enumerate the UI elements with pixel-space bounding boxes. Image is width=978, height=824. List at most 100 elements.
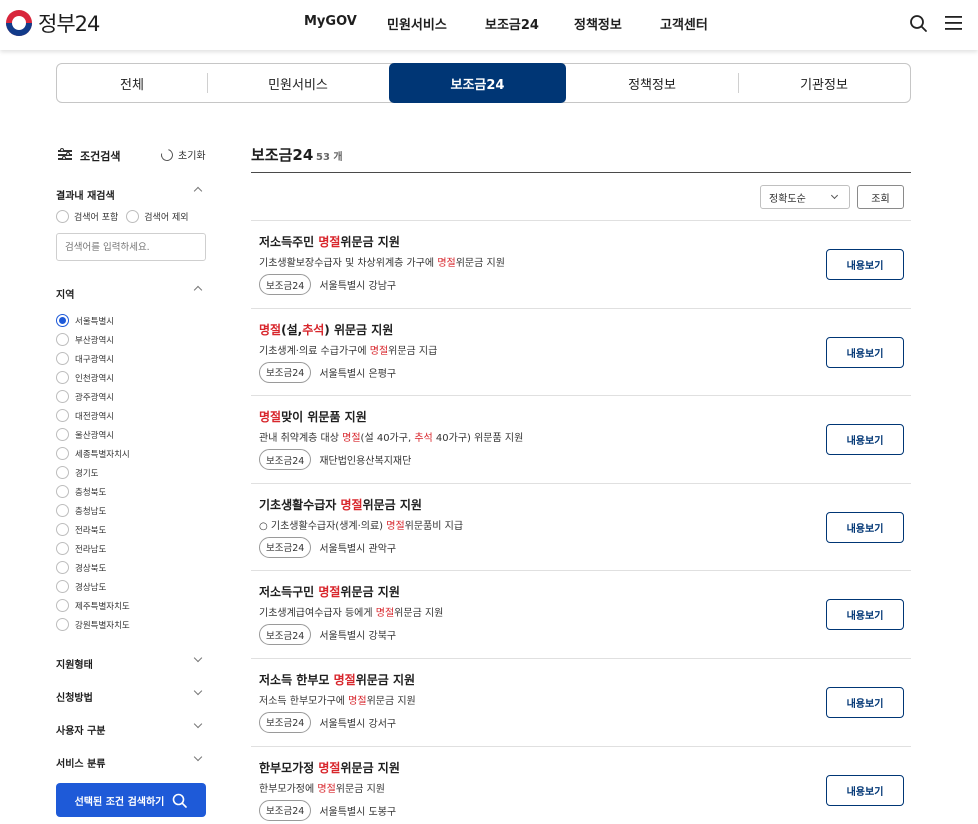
region-option[interactable]: 경상북도 (56, 558, 207, 577)
region-radio[interactable] (56, 599, 69, 612)
region-radio[interactable] (56, 409, 69, 422)
result-title[interactable]: 명절(설,추석) 위문금 지원 (259, 321, 393, 338)
region-option[interactable]: 세종특별자치시 (56, 444, 207, 463)
user-type-section-header[interactable]: 사용자 구분 (56, 719, 207, 737)
nav-policy-info[interactable]: 정책정보 (574, 14, 622, 33)
region-option[interactable]: 광주광역시 (56, 387, 207, 406)
view-details-button[interactable]: 내용보기 (826, 249, 904, 280)
result-description: 저소득 한부모가구에 명절위문금 지원 (259, 692, 416, 707)
text-segment: 위문금 지급 (388, 345, 438, 357)
region-radio[interactable] (56, 504, 69, 517)
category-chip: 보조금24 (259, 361, 312, 383)
exclude-keyword-option[interactable]: 검색어 제외 (126, 210, 189, 223)
nav-customer-center[interactable]: 고객센터 (660, 14, 708, 33)
region-radio[interactable] (56, 447, 69, 460)
include-keyword-option[interactable]: 검색어 포함 (56, 210, 118, 223)
keyword-section-header[interactable]: 결과내 재검색 (56, 184, 207, 202)
region-option[interactable]: 전라북도 (56, 520, 207, 539)
tab-subsidy24[interactable]: 보조금24 (389, 63, 566, 103)
menu-icon[interactable] (945, 15, 962, 31)
apply-method-section-header[interactable]: 신청방법 (56, 686, 207, 704)
region-radio[interactable] (56, 523, 69, 536)
nav-subsidy24[interactable]: 보조금24 (485, 14, 539, 33)
region-radio[interactable] (56, 561, 69, 574)
text-segment: ) 위문금 지원 (324, 322, 394, 337)
tab-all[interactable]: 전체 (57, 64, 207, 102)
region-option[interactable]: 제주특별자치도 (56, 596, 207, 615)
region-section-header[interactable]: 지역 (56, 283, 207, 301)
reset-button[interactable]: 초기화 (158, 146, 206, 163)
region-option[interactable]: 충청남도 (56, 501, 207, 520)
category-chip: 보조금24 (259, 274, 312, 295)
region-label: 부산광역시 (75, 335, 115, 346)
region-radio[interactable] (56, 314, 69, 327)
view-details-button[interactable]: 내용보기 (826, 774, 904, 806)
result-meta: 보조금24 서울특별시 강서구 (259, 711, 397, 733)
region-radio[interactable] (56, 333, 69, 346)
region-option[interactable]: 경기도 (56, 463, 207, 482)
highlight-term: 명절 (317, 783, 336, 795)
text-segment: 한부모가정 (259, 760, 319, 775)
filter-icon (58, 148, 72, 162)
sort-select[interactable]: 정확도순 (760, 185, 850, 209)
region-option[interactable]: 부산광역시 (56, 330, 207, 349)
view-details-button[interactable]: 내용보기 (826, 336, 904, 368)
region-option[interactable]: 대구광역시 (56, 349, 207, 368)
agency-name: 서울특별시 관악구 (319, 543, 397, 555)
region-option[interactable]: 강원특별자치도 (56, 615, 207, 634)
result-title[interactable]: 명절맞이 위문품 지원 (259, 408, 367, 425)
search-icon[interactable] (909, 14, 928, 33)
result-card: 명절맞이 위문품 지원 관내 취약계층 대상 명절(설 40가구, 추석 40가구… (251, 395, 911, 483)
tab-civil-service[interactable]: 민원서비스 (207, 64, 389, 102)
support-type-section-header[interactable]: 지원형태 (56, 653, 207, 671)
result-title[interactable]: 기초생활수급자 명절위문금 지원 (259, 496, 422, 513)
category-tabs: 전체 민원서비스 보조금24 정책정보 기관정보 (56, 63, 911, 103)
text-segment: 저소득주민 (259, 235, 319, 249)
result-description: 한부모가정에 명절위문금 지원 (259, 780, 385, 795)
region-option[interactable]: 대전광역시 (56, 406, 207, 425)
region-radio[interactable] (56, 485, 69, 498)
highlight-term: 명절 (318, 585, 341, 600)
result-title[interactable]: 한부모가정 명절위문금 지원 (259, 759, 400, 776)
tab-agency-info[interactable]: 기관정보 (738, 64, 910, 102)
region-radio[interactable] (56, 390, 69, 403)
highlight-term: 명절 (259, 410, 282, 425)
region-option[interactable]: 울산광역시 (56, 425, 207, 444)
view-details-button[interactable]: 내용보기 (826, 599, 904, 631)
region-radio[interactable] (56, 428, 69, 441)
text-segment: 관내 취약계층 대상 (259, 433, 343, 445)
region-option[interactable]: 충청북도 (56, 482, 207, 501)
region-radio[interactable] (56, 466, 69, 479)
region-option[interactable]: 서울특별시 (56, 311, 207, 330)
view-details-button[interactable]: 내용보기 (826, 686, 904, 718)
region-radio[interactable] (56, 618, 69, 631)
text-segment: 저소득 한부모 (259, 672, 334, 687)
region-option[interactable]: 경상남도 (56, 577, 207, 596)
view-details-button[interactable]: 내용보기 (826, 424, 904, 456)
result-meta: 보조금24 서울특별시 관악구 (259, 536, 397, 558)
region-radio[interactable] (56, 542, 69, 555)
result-title[interactable]: 저소득 한부모 명절위문금 지원 (259, 671, 415, 688)
query-button[interactable]: 조회 (857, 185, 904, 209)
service-category-section-header[interactable]: 서비스 분류 (56, 752, 207, 770)
apply-conditions-button[interactable]: 선택된 조건 검색하기 (56, 783, 206, 817)
region-radio[interactable] (56, 352, 69, 365)
tab-policy-info[interactable]: 정책정보 (566, 64, 738, 102)
region-radio[interactable] (56, 371, 69, 384)
nav-civil-service[interactable]: 민원서비스 (387, 14, 447, 33)
region-option[interactable]: 인천광역시 (56, 368, 207, 387)
nav-mygov[interactable]: MyGOV (304, 14, 357, 29)
result-title[interactable]: 저소득주민 명절위문금 지원 (259, 233, 400, 250)
include-radio[interactable] (56, 210, 69, 223)
chevron-down-icon (193, 686, 203, 696)
highlight-term: 명절 (342, 433, 361, 445)
exclude-radio[interactable] (126, 210, 140, 223)
chevron-up-icon (193, 285, 203, 295)
view-details-button[interactable]: 내용보기 (826, 511, 904, 543)
agency-name: 서울특별시 강서구 (319, 718, 397, 730)
region-option[interactable]: 전라남도 (56, 539, 207, 558)
result-title[interactable]: 저소득구민 명절위문금 지원 (259, 583, 400, 600)
keyword-search-input[interactable] (56, 233, 206, 261)
region-radio[interactable] (56, 580, 69, 593)
highlight-term: 명절 (333, 672, 356, 687)
